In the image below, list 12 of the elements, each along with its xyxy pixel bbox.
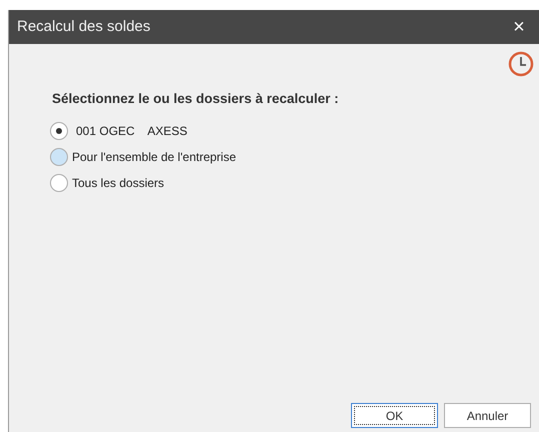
option-label[interactable]: 001 OGEC AXESS [76,122,188,140]
radio-button[interactable] [50,174,68,192]
instruction-heading: Sélectionnez le ou les dossiers à recalculer : [52,90,340,108]
close-button[interactable]: × [509,17,529,37]
radio-button[interactable] [50,122,68,140]
option-label[interactable]: Pour l'ensemble de l'entreprise [72,148,236,166]
clock-icon [508,51,534,77]
dialog-button[interactable]: Annuler [444,403,531,428]
dialog-button[interactable]: OK [351,403,438,428]
option-label[interactable]: Tous les dossiers [72,174,164,192]
radio-button[interactable] [50,148,68,166]
window-title: Recalcul des soldes [17,16,150,37]
